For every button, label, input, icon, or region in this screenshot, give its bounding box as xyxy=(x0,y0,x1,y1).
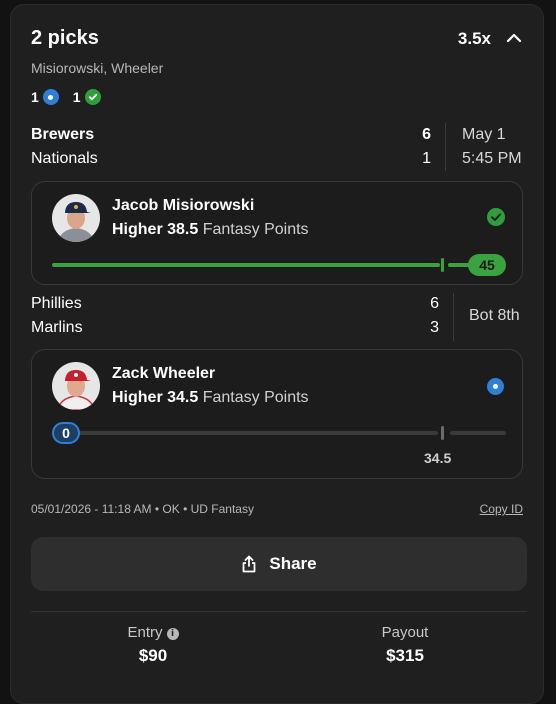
pick-direction: Higher xyxy=(112,389,163,406)
pick-status-summary: 1 1 xyxy=(31,89,115,105)
pick-line-value: 34.5 xyxy=(167,389,199,406)
game2-score2: 3 xyxy=(430,319,439,336)
game1-team2: Nationals xyxy=(31,150,98,167)
player-names: Misiorowski, Wheeler xyxy=(31,60,164,76)
entry-meta: 05/01/2026 - 11:18 AM • OK • UD Fantasy xyxy=(31,502,254,516)
pick-line: Higher 34.5 Fantasy Points xyxy=(112,389,309,407)
game2-status: Bot 8th xyxy=(469,307,520,324)
player-name: Zack Wheeler xyxy=(112,365,216,382)
share-icon xyxy=(242,555,256,573)
game2-team1: Phillies xyxy=(31,295,82,312)
player-avatar xyxy=(52,362,100,410)
line-marker xyxy=(441,258,444,272)
game1-date: May 1 xyxy=(462,126,506,143)
line-value-label: 34.5 xyxy=(424,450,452,466)
pick-stat: Fantasy Points xyxy=(202,389,309,406)
copy-id-link[interactable]: Copy ID xyxy=(480,502,523,516)
progress-fill xyxy=(52,263,440,267)
info-icon[interactable]: i xyxy=(166,628,179,640)
game1-score1: 6 xyxy=(422,126,431,143)
share-label: Share xyxy=(269,554,317,573)
pick-direction: Higher xyxy=(112,221,163,238)
game1-score2: 1 xyxy=(422,150,431,167)
pick-card-wheeler[interactable]: Zack Wheeler Higher 34.5 Fantasy Points … xyxy=(31,349,523,479)
entry-card: 2 picks 3.5x Misiorowski, Wheeler 1 1 Br… xyxy=(10,4,544,704)
won-count: 1 xyxy=(72,89,81,105)
progress-track xyxy=(68,431,438,435)
entry-label-row: Entry i xyxy=(73,624,233,641)
player-avatar xyxy=(52,194,100,242)
line-marker xyxy=(441,426,444,440)
pick-card-misiorowski[interactable]: Jacob Misiorowski Higher 38.5 Fantasy Po… xyxy=(31,181,523,285)
game2-team2: Marlins xyxy=(31,319,83,336)
entry-value: $90 xyxy=(138,646,168,665)
game1-time: 5:45 PM xyxy=(462,150,522,167)
share-button[interactable]: Share xyxy=(31,537,527,591)
chevron-up-icon[interactable] xyxy=(505,31,523,45)
payout-value: $315 xyxy=(386,646,424,665)
current-value-pill: 0 xyxy=(52,422,80,444)
live-count: 1 xyxy=(31,89,39,105)
pick-line: Higher 38.5 Fantasy Points xyxy=(112,221,309,239)
progress-track-over xyxy=(450,431,506,435)
divider xyxy=(445,123,446,171)
live-status-icon xyxy=(487,378,504,395)
payout-label: Payout xyxy=(381,624,429,641)
live-status-icon xyxy=(42,89,59,105)
pick-stat: Fantasy Points xyxy=(202,221,309,238)
won-check-icon xyxy=(487,208,505,226)
entry-label: Entry xyxy=(127,624,163,641)
player-name: Jacob Misiorowski xyxy=(112,197,255,214)
won-status-icon xyxy=(84,89,101,105)
progress-fill-over xyxy=(448,263,470,267)
divider xyxy=(31,611,527,612)
divider xyxy=(453,293,454,341)
game2-score1: 6 xyxy=(430,295,439,312)
payout-multiplier: 3.5x xyxy=(457,29,491,48)
pick-line-value: 38.5 xyxy=(167,221,199,238)
picks-count-title: 2 picks xyxy=(31,27,99,49)
game1-team1: Brewers xyxy=(31,126,95,143)
current-value-pill: 45 xyxy=(468,254,506,276)
